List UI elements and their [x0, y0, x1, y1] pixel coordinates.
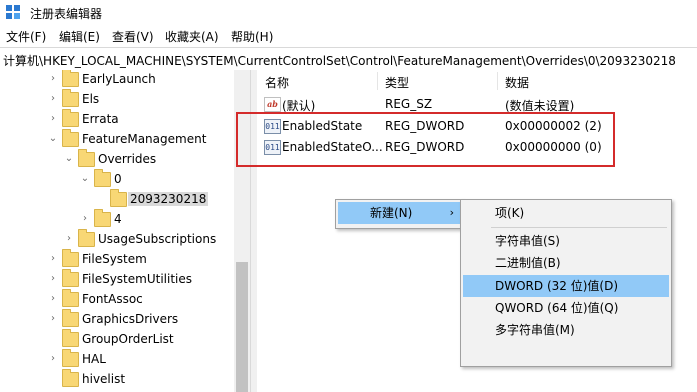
registry-tree[interactable]: › EarlyLaunch › Els › Errata ⌄ FeatureMa… [0, 70, 250, 392]
menu-separator [491, 227, 667, 228]
tree-item-label[interactable]: Errata [80, 112, 121, 126]
expand-arrow-icon[interactable]: › [48, 272, 58, 286]
column-header-name[interactable]: 名称 [265, 74, 289, 91]
tree-item-label[interactable]: HAL [80, 352, 108, 366]
submenu-item-multistring[interactable]: 多字符串值(M) [463, 319, 669, 341]
column-header-data[interactable]: 数据 [505, 74, 529, 91]
expand-arrow-icon[interactable]: › [48, 112, 58, 126]
tree-item-label[interactable]: GroupOrderList [80, 332, 176, 346]
submenu-item-string[interactable]: 字符串值(S) [463, 230, 669, 252]
folder-icon [62, 109, 79, 127]
column-header-type[interactable]: 类型 [385, 74, 409, 91]
menu-favorites[interactable]: 收藏夹(A) [165, 28, 219, 45]
context-menu-new[interactable]: 新建(N) › [338, 202, 460, 224]
string-value-icon: ab [264, 97, 281, 112]
expand-arrow-icon[interactable]: › [48, 92, 58, 106]
highlight-annotation-box [236, 112, 615, 167]
collapse-arrow-icon[interactable]: ⌄ [64, 152, 74, 166]
folder-icon [62, 269, 79, 287]
menu-bar: 文件(F) 编辑(E) 查看(V) 收藏夹(A) 帮助(H) [0, 24, 697, 46]
menu-edit[interactable]: 编辑(E) [59, 28, 100, 45]
folder-icon [62, 249, 79, 267]
title-bar: 注册表编辑器 [0, 0, 697, 24]
tree-item-label[interactable]: FileSystemUtilities [80, 272, 194, 286]
tree-item-label[interactable]: GraphicsDrivers [80, 312, 180, 326]
folder-open-icon [78, 149, 95, 167]
submenu-item-label: 项(K) [495, 206, 525, 220]
collapse-arrow-icon[interactable]: ⌄ [80, 172, 90, 186]
submenu-item-label: 二进制值(B) [495, 256, 561, 270]
context-menu-new-label: 新建(N) [370, 206, 413, 220]
tree-item-label[interactable]: 0 [112, 172, 124, 186]
submenu-arrow-icon: › [449, 206, 454, 219]
submenu-item-binary[interactable]: 二进制值(B) [463, 252, 669, 274]
column-divider[interactable] [497, 72, 498, 90]
tree-item-label[interactable]: FontAssoc [80, 292, 145, 306]
expand-arrow-icon[interactable]: › [48, 312, 58, 326]
address-path[interactable]: 计算机\HKEY_LOCAL_MACHINE\SYSTEM\CurrentCon… [3, 52, 676, 69]
value-row[interactable]: ab (默认) REG_SZ (数值未设置) [257, 94, 697, 114]
tree-item-label[interactable]: EarlyLaunch [80, 72, 158, 86]
window-title: 注册表编辑器 [30, 7, 103, 21]
submenu-item-label: QWORD (64 位)值(Q) [495, 301, 619, 315]
tree-item-label[interactable]: Els [80, 92, 101, 106]
tree-item-label[interactable]: 4 [112, 212, 124, 226]
submenu-item-label: 字符串值(S) [495, 234, 560, 248]
folder-icon [62, 329, 79, 347]
submenu-item-key[interactable]: 项(K) [463, 202, 669, 224]
expand-arrow-icon[interactable]: › [48, 352, 58, 366]
column-divider[interactable] [377, 72, 378, 90]
menu-help[interactable]: 帮助(H) [231, 28, 273, 45]
expand-arrow-icon[interactable]: › [48, 72, 58, 86]
address-bar[interactable]: 计算机\HKEY_LOCAL_MACHINE\SYSTEM\CurrentCon… [0, 47, 697, 71]
folder-icon [62, 369, 79, 387]
submenu-item-dword[interactable]: DWORD (32 位)值(D) [463, 275, 669, 297]
tree-item-label[interactable]: Overrides [96, 152, 158, 166]
submenu-item-qword[interactable]: QWORD (64 位)值(Q) [463, 297, 669, 319]
folder-icon [78, 229, 95, 247]
menu-view[interactable]: 查看(V) [112, 28, 154, 45]
expand-arrow-icon[interactable]: › [64, 232, 74, 246]
folder-icon [62, 349, 79, 367]
new-submenu: 项(K) 字符串值(S) 二进制值(B) DWORD (32 位)值(D) QW… [460, 199, 672, 367]
tree-item-label[interactable]: hivelist [80, 372, 127, 386]
submenu-item-label: 多字符串值(M) [495, 323, 575, 337]
expand-arrow-icon[interactable]: › [48, 252, 58, 266]
expand-arrow-icon[interactable]: › [48, 292, 58, 306]
folder-icon [110, 189, 127, 207]
tree-item-label[interactable]: FileSystem [80, 252, 149, 266]
scrollbar-thumb[interactable] [236, 262, 248, 392]
submenu-item-label: DWORD (32 位)值(D) [495, 279, 618, 293]
expand-arrow-icon[interactable]: › [80, 212, 90, 226]
folder-open-icon [94, 169, 111, 187]
folder-icon [62, 309, 79, 327]
regedit-app-icon [6, 5, 20, 19]
tree-item-label[interactable]: FeatureManagement [80, 132, 208, 146]
menu-file[interactable]: 文件(F) [6, 28, 46, 45]
folder-open-icon [62, 129, 79, 147]
folder-icon [62, 70, 79, 87]
value-type: REG_SZ [385, 97, 433, 111]
folder-icon [62, 289, 79, 307]
collapse-arrow-icon[interactable]: ⌄ [48, 132, 58, 146]
folder-icon [62, 89, 79, 107]
folder-icon [94, 209, 111, 227]
tree-item-label[interactable]: 2093230218 [128, 192, 209, 206]
tree-item-label[interactable]: UsageSubscriptions [96, 232, 218, 246]
context-menu: 新建(N) › [335, 199, 463, 229]
